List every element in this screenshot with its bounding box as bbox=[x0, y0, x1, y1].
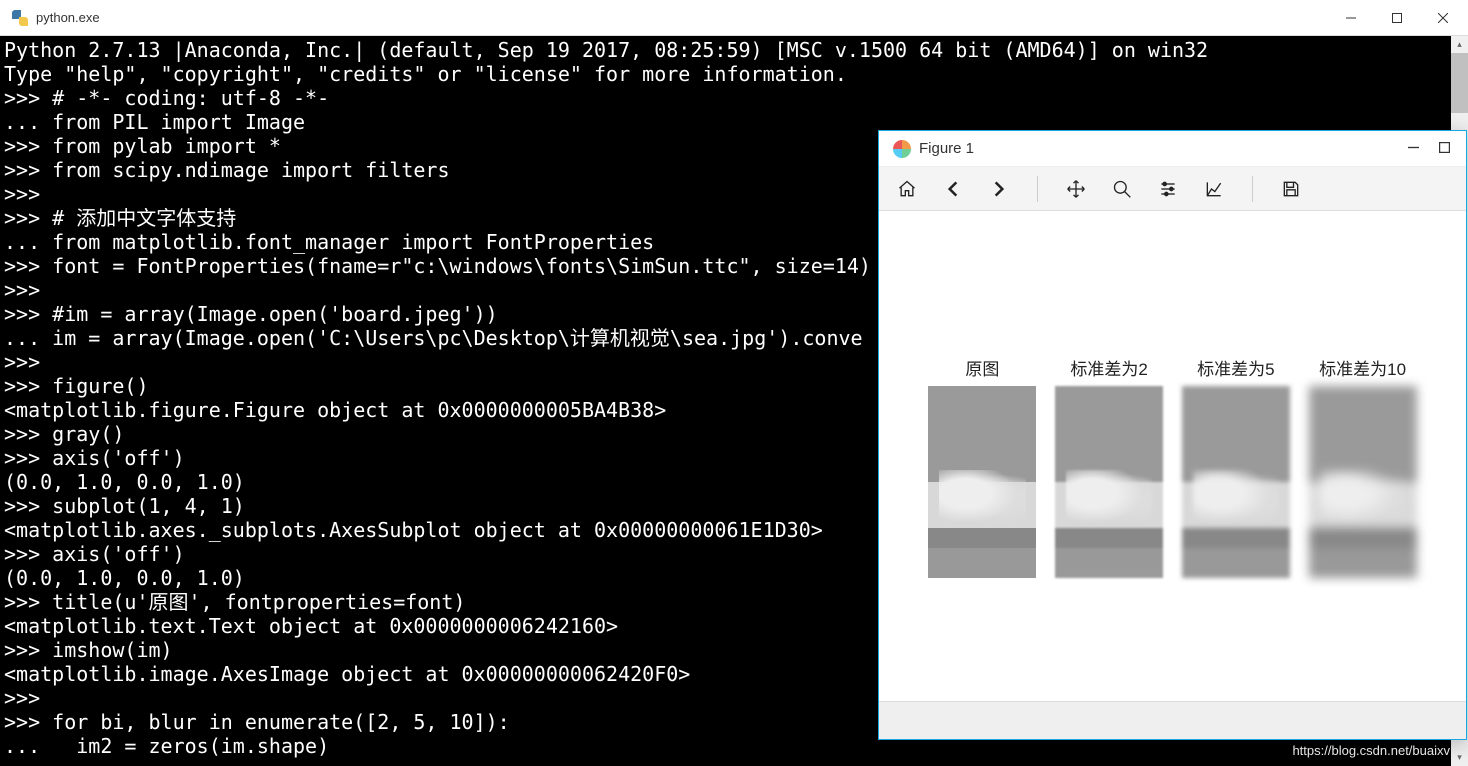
figure-statusbar bbox=[879, 701, 1466, 739]
maximize-button[interactable] bbox=[1374, 3, 1420, 33]
maximize-button[interactable] bbox=[1439, 140, 1450, 158]
subplot-4: 标准差为10 bbox=[1309, 355, 1417, 578]
main-window-controls bbox=[1328, 3, 1466, 33]
subplot-image bbox=[1182, 386, 1290, 578]
subplot-title: 原图 bbox=[928, 355, 1036, 380]
toolbar-back-button[interactable] bbox=[941, 177, 965, 201]
subplot-3: 标准差为5 bbox=[1182, 355, 1290, 578]
toolbar-forward-button[interactable] bbox=[987, 177, 1011, 201]
subplot-title: 标准差为10 bbox=[1309, 355, 1417, 380]
figure-window-title: Figure 1 bbox=[919, 140, 974, 157]
scroll-down-icon[interactable]: ▾ bbox=[1451, 749, 1468, 766]
main-window-title: python.exe bbox=[36, 10, 100, 25]
toolbar-axes-button[interactable] bbox=[1202, 177, 1226, 201]
toolbar-zoom-button[interactable] bbox=[1110, 177, 1134, 201]
toolbar-save-button[interactable] bbox=[1279, 177, 1303, 201]
figure-canvas[interactable]: 原图 标准差为2 标准差为5 标准差为10 bbox=[879, 211, 1466, 701]
toolbar-separator bbox=[1252, 176, 1253, 202]
subplot-title: 标准差为5 bbox=[1182, 355, 1290, 380]
figure-toolbar bbox=[879, 167, 1466, 211]
scroll-thumb[interactable] bbox=[1451, 53, 1468, 113]
figure-window: Figure 1 原图 标准差为2 标准差为5 bbox=[878, 130, 1467, 740]
subplot-image bbox=[928, 386, 1036, 578]
toolbar-home-button[interactable] bbox=[895, 177, 919, 201]
watermark: https://blog.csdn.net/buaixv bbox=[1292, 743, 1450, 758]
matplotlib-icon bbox=[893, 140, 911, 158]
close-button[interactable] bbox=[1420, 3, 1466, 33]
figure-window-controls bbox=[1408, 140, 1460, 158]
minimize-button[interactable] bbox=[1328, 3, 1374, 33]
figure-titlebar[interactable]: Figure 1 bbox=[879, 131, 1466, 167]
subplot-image bbox=[1055, 386, 1163, 578]
toolbar-separator bbox=[1037, 176, 1038, 202]
minimize-button[interactable] bbox=[1408, 140, 1419, 158]
subplot-image bbox=[1309, 386, 1417, 578]
subplot-1: 原图 bbox=[928, 355, 1036, 578]
subplot-2: 标准差为2 bbox=[1055, 355, 1163, 578]
subplot-title: 标准差为2 bbox=[1055, 355, 1163, 380]
scroll-up-icon[interactable]: ▴ bbox=[1451, 36, 1468, 53]
python-icon bbox=[12, 10, 28, 26]
main-titlebar[interactable]: python.exe bbox=[0, 0, 1468, 36]
subplot-row: 原图 标准差为2 标准差为5 标准差为10 bbox=[879, 355, 1466, 578]
toolbar-pan-button[interactable] bbox=[1064, 177, 1088, 201]
toolbar-configure-button[interactable] bbox=[1156, 177, 1180, 201]
